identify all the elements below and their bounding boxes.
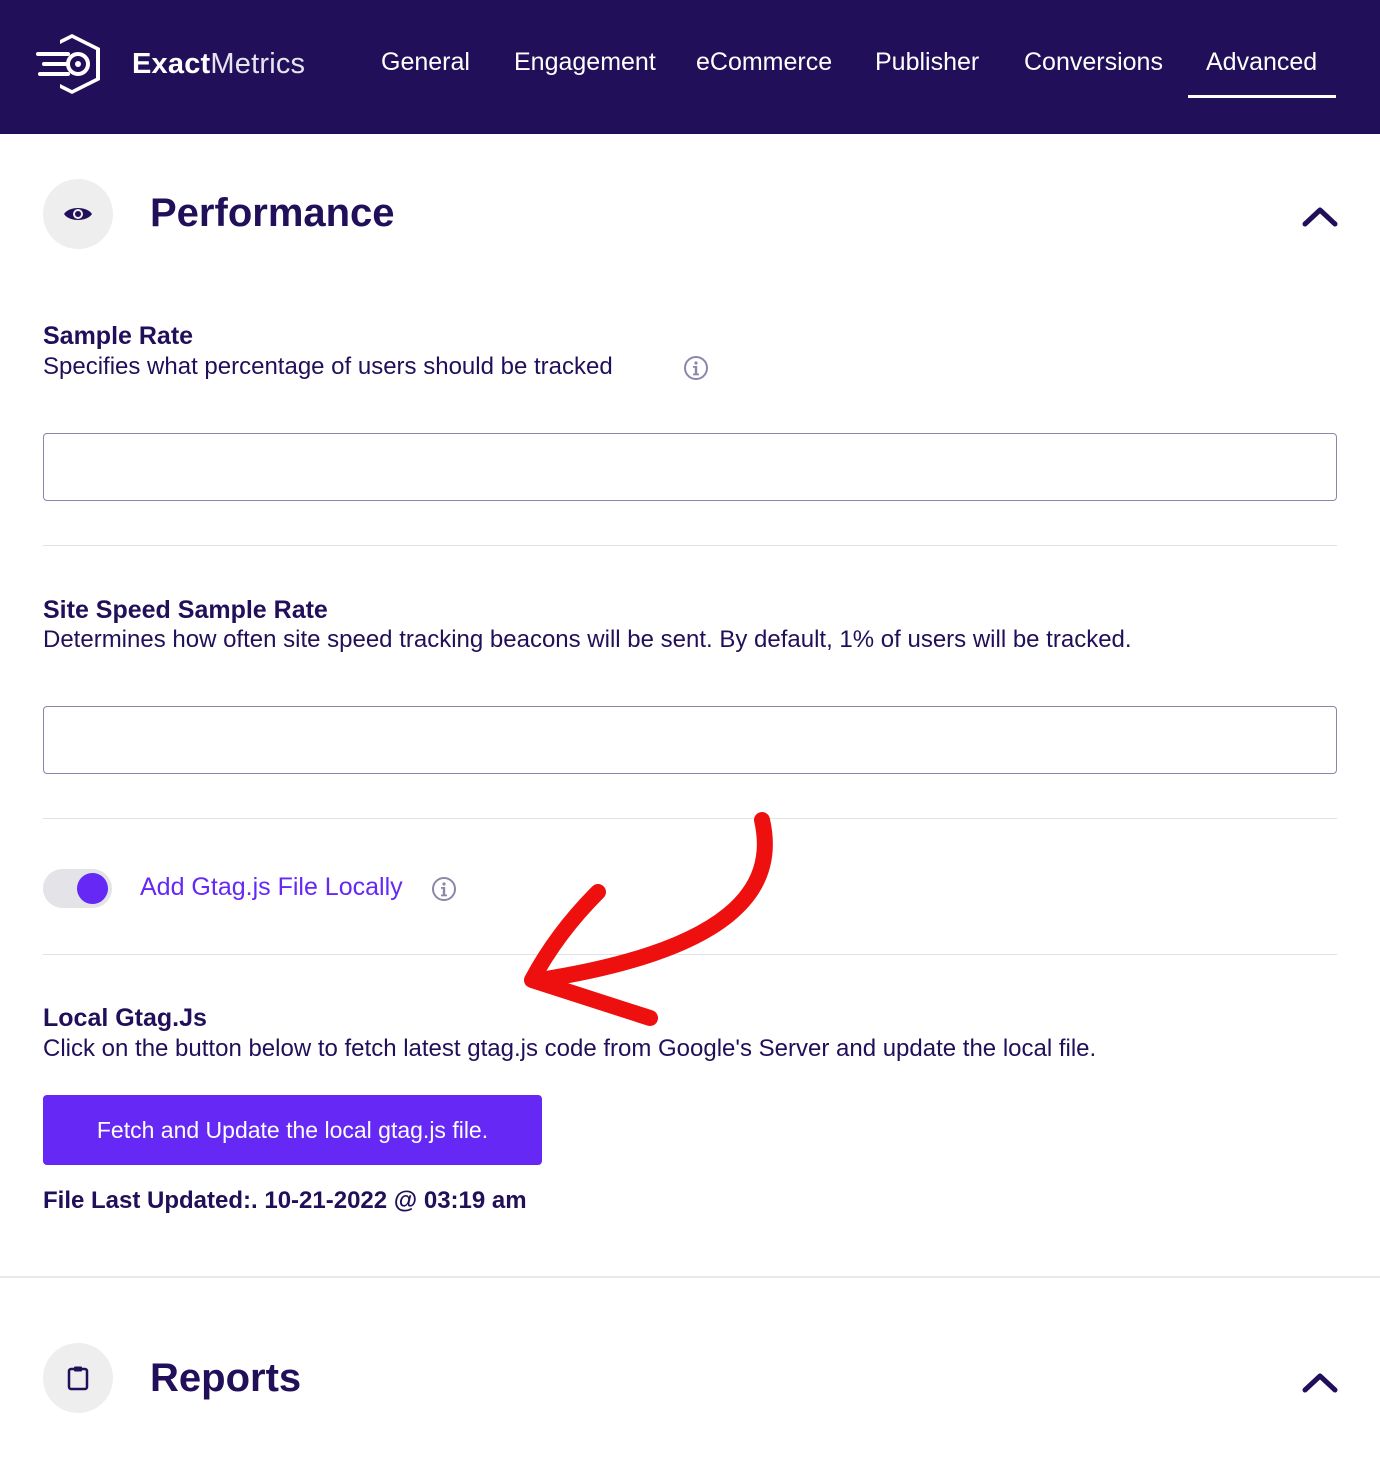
info-icon[interactable] — [431, 876, 457, 902]
eye-icon — [64, 208, 92, 220]
brand-name-bold: Exact — [132, 47, 211, 80]
divider — [43, 545, 1337, 546]
tab-conversions[interactable]: Conversions — [1024, 48, 1163, 77]
tab-general[interactable]: General — [381, 48, 470, 77]
divider — [43, 954, 1337, 955]
toggle-knob — [77, 873, 108, 904]
annotation-arrow-icon — [524, 812, 773, 1026]
local-gtag-title: Local Gtag.Js — [43, 1004, 207, 1032]
clipboard-icon — [67, 1366, 89, 1391]
chevron-up-icon[interactable] — [1300, 202, 1340, 232]
tab-publisher[interactable]: Publisher — [875, 48, 979, 77]
tab-advanced[interactable]: Advanced — [1206, 48, 1317, 77]
local-gtag-description: Click on the button below to fetch lates… — [43, 1035, 1097, 1062]
divider — [43, 818, 1337, 819]
fetch-update-gtag-button[interactable]: Fetch and Update the local gtag.js file. — [43, 1095, 542, 1165]
performance-section-title: Performance — [150, 191, 395, 235]
info-icon[interactable] — [683, 355, 709, 381]
sample-rate-input[interactable] — [43, 433, 1337, 501]
tab-ecommerce[interactable]: eCommerce — [696, 48, 832, 77]
performance-icon-badge — [43, 179, 113, 249]
site-speed-title: Site Speed Sample Rate — [43, 596, 328, 624]
brand-name: ExactMetrics — [132, 48, 305, 81]
active-tab-indicator — [1188, 95, 1336, 98]
top-nav-bar: ExactMetrics General Engagement eCommerc… — [0, 0, 1380, 134]
exactmetrics-logo-icon — [36, 34, 100, 94]
gtag-local-toggle[interactable] — [43, 869, 112, 908]
chevron-up-icon[interactable] — [1300, 1368, 1340, 1398]
reports-section-title: Reports — [150, 1356, 302, 1400]
section-divider — [0, 1276, 1380, 1278]
brand-name-light: Metrics — [210, 47, 306, 80]
brand-logo[interactable]: ExactMetrics — [34, 30, 305, 98]
sample-rate-title: Sample Rate — [43, 322, 194, 350]
site-speed-description: Determines how often site speed tracking… — [43, 626, 1132, 653]
sample-rate-description: Specifies what percentage of users shoul… — [43, 353, 613, 380]
file-last-updated: File Last Updated:. 10-21-2022 @ 03:19 a… — [43, 1187, 527, 1214]
reports-icon-badge — [43, 1343, 113, 1413]
site-speed-input[interactable] — [43, 706, 1337, 774]
tab-engagement[interactable]: Engagement — [514, 48, 656, 77]
gtag-local-toggle-label[interactable]: Add Gtag.js File Locally — [140, 873, 403, 902]
